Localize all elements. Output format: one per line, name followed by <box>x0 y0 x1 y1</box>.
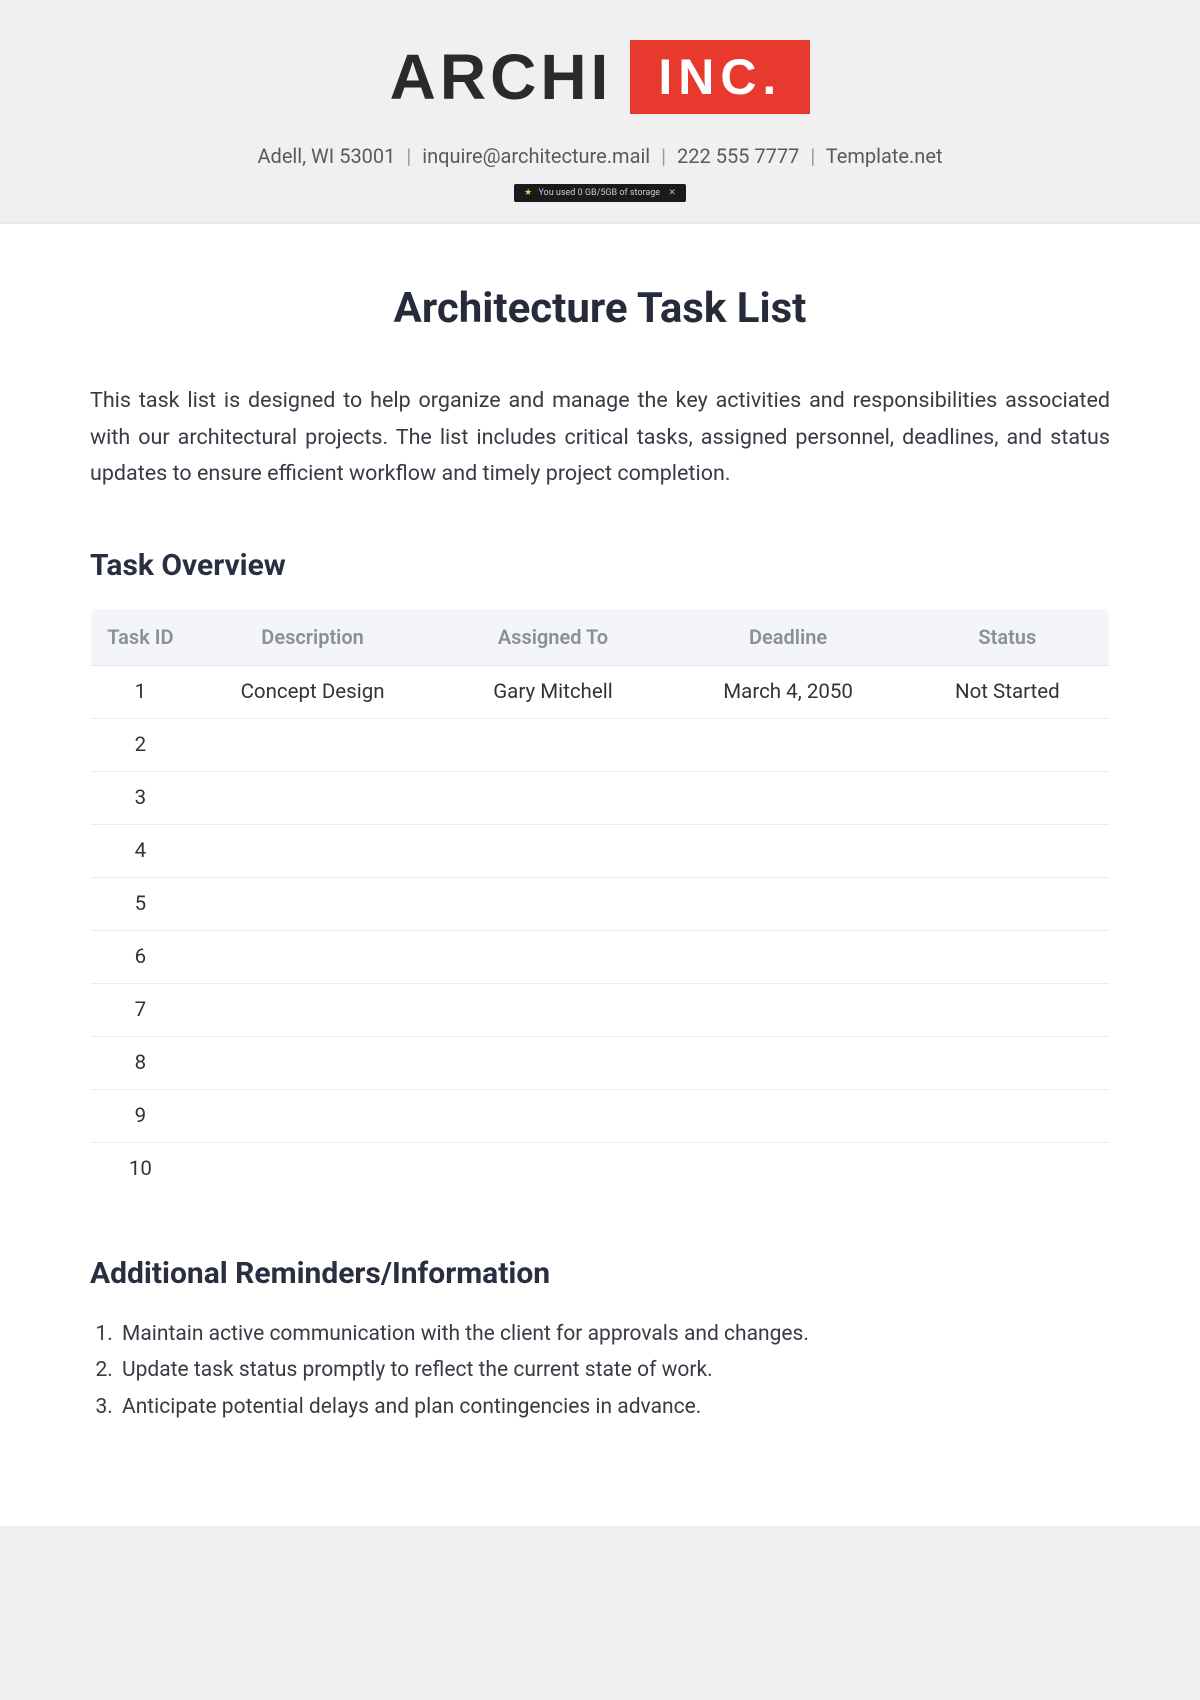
cell-assigned <box>435 718 670 771</box>
cell-id: 7 <box>91 983 190 1036</box>
cell-assigned <box>435 1089 670 1142</box>
cell-id: 4 <box>91 824 190 877</box>
reminder-item: Update task status promptly to reflect t… <box>118 1352 1110 1389</box>
cell-deadline <box>671 824 906 877</box>
reminder-item: Anticipate potential delays and plan con… <box>118 1389 1110 1426</box>
cell-status <box>906 877 1110 930</box>
table-row: 6 <box>91 930 1110 983</box>
cell-status <box>906 983 1110 1036</box>
contact-source: Template.net <box>826 144 943 168</box>
cell-status <box>906 824 1110 877</box>
contact-address: Adell, WI 53001 <box>258 144 396 168</box>
table-row: 8 <box>91 1036 1110 1089</box>
cell-deadline <box>671 771 906 824</box>
cell-assigned <box>435 824 670 877</box>
reminders-list: Maintain active communication with the c… <box>90 1316 1110 1426</box>
cell-assigned: Gary Mitchell <box>435 665 670 718</box>
task-overview-heading: Task Overview <box>90 548 1110 583</box>
cell-deadline <box>671 718 906 771</box>
cell-id: 8 <box>91 1036 190 1089</box>
cell-assigned <box>435 877 670 930</box>
cell-description <box>190 930 436 983</box>
star-icon: ★ <box>524 188 532 198</box>
reminder-item: Maintain active communication with the c… <box>118 1316 1110 1353</box>
cell-deadline <box>671 1142 906 1195</box>
table-row: 7 <box>91 983 1110 1036</box>
cell-status <box>906 1089 1110 1142</box>
cell-description <box>190 983 436 1036</box>
cell-deadline <box>671 1089 906 1142</box>
table-row: 4 <box>91 824 1110 877</box>
table-row: 9 <box>91 1089 1110 1142</box>
cell-description <box>190 1036 436 1089</box>
cell-id: 5 <box>91 877 190 930</box>
cell-deadline <box>671 983 906 1036</box>
document-body: Architecture Task List This task list is… <box>0 224 1200 1526</box>
cell-assigned <box>435 983 670 1036</box>
col-header-description: Description <box>190 608 436 665</box>
cell-deadline <box>671 1036 906 1089</box>
col-header-id: Task ID <box>91 608 190 665</box>
logo-main-text: ARCHI <box>390 40 613 114</box>
table-row: 5 <box>91 877 1110 930</box>
contact-email: inquire@architecture.mail <box>422 144 650 168</box>
contact-phone: 222 555 7777 <box>677 144 799 168</box>
table-row: 1Concept DesignGary MitchellMarch 4, 205… <box>91 665 1110 718</box>
cell-id: 10 <box>91 1142 190 1195</box>
contact-line: Adell, WI 53001 | inquire@architecture.m… <box>20 144 1180 168</box>
cell-assigned <box>435 1142 670 1195</box>
logo: ARCHI INC. <box>390 40 811 114</box>
separator: | <box>406 144 411 168</box>
cell-id: 3 <box>91 771 190 824</box>
cell-status <box>906 1036 1110 1089</box>
task-table: Task ID Description Assigned To Deadline… <box>90 608 1110 1196</box>
col-header-assigned: Assigned To <box>435 608 670 665</box>
storage-notice-pill[interactable]: ★ You used 0 GB/5GB of storage ✕ <box>514 184 686 202</box>
cell-description <box>190 1089 436 1142</box>
cell-description <box>190 877 436 930</box>
cell-description <box>190 1142 436 1195</box>
cell-description <box>190 824 436 877</box>
col-header-deadline: Deadline <box>671 608 906 665</box>
cell-deadline <box>671 930 906 983</box>
cell-deadline <box>671 877 906 930</box>
cell-description <box>190 718 436 771</box>
table-row: 10 <box>91 1142 1110 1195</box>
cell-status <box>906 1142 1110 1195</box>
header-banner: ARCHI INC. Adell, WI 53001 | inquire@arc… <box>0 0 1200 224</box>
cell-id: 6 <box>91 930 190 983</box>
table-row: 3 <box>91 771 1110 824</box>
cell-status <box>906 771 1110 824</box>
reminders-heading: Additional Reminders/Information <box>90 1256 1110 1291</box>
cell-deadline: March 4, 2050 <box>671 665 906 718</box>
separator: | <box>661 144 666 168</box>
cell-status <box>906 718 1110 771</box>
cell-id: 1 <box>91 665 190 718</box>
intro-paragraph: This task list is designed to help organ… <box>90 383 1110 493</box>
table-header-row: Task ID Description Assigned To Deadline… <box>91 608 1110 665</box>
logo-box-text: INC. <box>630 40 810 114</box>
page-title: Architecture Task List <box>90 284 1110 333</box>
separator: | <box>810 144 815 168</box>
cell-status: Not Started <box>906 665 1110 718</box>
cell-id: 9 <box>91 1089 190 1142</box>
col-header-status: Status <box>906 608 1110 665</box>
cell-id: 2 <box>91 718 190 771</box>
storage-text: You used 0 GB/5GB of storage <box>538 188 660 198</box>
cell-description <box>190 771 436 824</box>
cell-assigned <box>435 1036 670 1089</box>
close-icon[interactable]: ✕ <box>668 188 676 198</box>
table-row: 2 <box>91 718 1110 771</box>
cell-description: Concept Design <box>190 665 436 718</box>
cell-assigned <box>435 930 670 983</box>
cell-status <box>906 930 1110 983</box>
cell-assigned <box>435 771 670 824</box>
